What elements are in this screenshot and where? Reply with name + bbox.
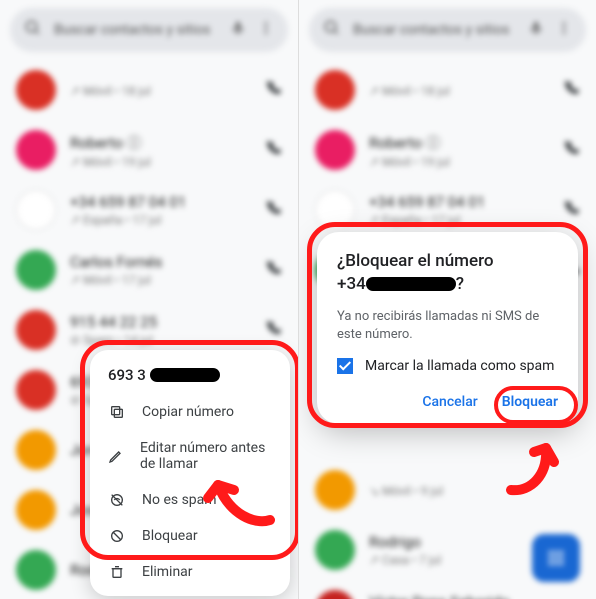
list-item[interactable]: ↘ Móvil • 9 jul xyxy=(299,460,596,520)
list-item[interactable]: Víctor Pons Saborido↘ Móvil • 7 jul xyxy=(299,580,596,599)
dialog-checkbox-row[interactable]: Marcar la llamada como spam xyxy=(337,358,558,374)
more-icon[interactable] xyxy=(556,20,572,40)
list-item[interactable]: Carlos Fornés↗ Móvil • 17 jul xyxy=(0,240,298,300)
search-bar[interactable]: Buscar contactos y sitios xyxy=(309,8,586,52)
phone-icon[interactable] xyxy=(562,199,580,221)
search-bar[interactable]: Buscar contactos y sitios xyxy=(10,8,288,52)
ctx-not-spam[interactable]: No es spam xyxy=(90,482,290,518)
phone-icon[interactable] xyxy=(264,199,282,221)
cancel-button[interactable]: Cancelar xyxy=(422,394,477,410)
pencil-icon xyxy=(108,448,124,464)
redacted-number xyxy=(150,368,220,382)
phone-icon[interactable] xyxy=(562,139,580,161)
ctx-delete[interactable]: Eliminar xyxy=(90,554,290,590)
ctx-copy-number[interactable]: Copiar número xyxy=(90,394,290,430)
list-item[interactable]: +34 659 87 04 01↗ España • 17 jul xyxy=(299,180,596,240)
search-placeholder: Buscar contactos y sitios xyxy=(353,22,516,38)
list-item[interactable]: ↗ Móvil • 18 jul xyxy=(299,60,596,120)
block-button[interactable]: Bloquear xyxy=(502,394,558,410)
phone-screen-right: Buscar contactos y sitios ↗ Móvil • 18 j… xyxy=(298,0,596,599)
list-item[interactable]: ↗ Móvil • 18 jul xyxy=(0,60,298,120)
context-menu: 693 3 Copiar número Editar número antes … xyxy=(90,350,290,596)
redacted-number xyxy=(366,277,456,291)
search-placeholder: Buscar contactos y sitios xyxy=(54,22,218,38)
copy-icon xyxy=(108,404,126,420)
search-icon xyxy=(24,19,42,41)
mic-icon[interactable] xyxy=(230,20,246,40)
dialog-title: ¿Bloquear el número +34? xyxy=(337,250,558,296)
phone-screen-left: Buscar contactos y sitios ↗ Móvil • 18 j… xyxy=(0,0,298,599)
mic-icon[interactable] xyxy=(528,20,544,40)
context-menu-title: 693 3 xyxy=(90,362,290,394)
list-item[interactable]: +34 659 87 04 01↗ España • 17 jul xyxy=(0,180,298,240)
checkbox-icon[interactable] xyxy=(337,358,353,374)
phone-icon[interactable] xyxy=(264,79,282,101)
checkbox-label: Marcar la llamada como spam xyxy=(365,358,554,374)
phone-icon[interactable] xyxy=(562,79,580,101)
phone-icon[interactable] xyxy=(264,259,282,281)
notspam-icon xyxy=(108,492,126,508)
trash-icon xyxy=(108,564,126,580)
ctx-edit-number[interactable]: Editar número antes de llamar xyxy=(90,430,290,482)
phone-icon[interactable] xyxy=(264,139,282,161)
ctx-block[interactable]: Bloquear xyxy=(90,518,290,554)
block-dialog: ¿Bloquear el número +34? Ya no recibirás… xyxy=(317,232,578,424)
more-icon[interactable] xyxy=(258,20,274,40)
phone-icon[interactable] xyxy=(264,319,282,341)
keypad-fab[interactable] xyxy=(532,534,580,582)
dialog-body: Ya no recibirás llamadas ni SMS de este … xyxy=(337,308,558,344)
search-icon xyxy=(323,19,341,41)
block-icon xyxy=(108,528,126,544)
list-item[interactable]: Roberto ⓘ↗ Móvil • 19 jul xyxy=(299,120,596,180)
list-item[interactable]: Roberto ⓘ↗ Móvil • 19 jul xyxy=(0,120,298,180)
